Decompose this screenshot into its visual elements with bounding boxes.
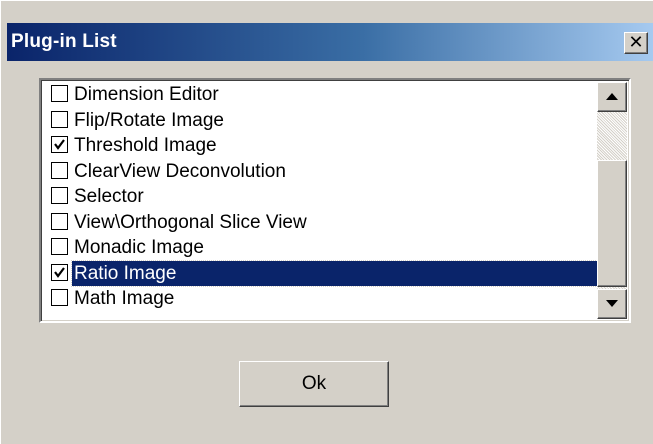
plugin-checkbox[interactable] bbox=[51, 161, 68, 179]
plugin-listbox[interactable]: Dimension Editor Flip/Rotate Image Thresho… bbox=[39, 78, 631, 323]
plugin-list-dialog: Plug-in List ✕ Dimension Editor Flip/Rota… bbox=[0, 0, 653, 444]
list-item[interactable]: Monadic Image bbox=[49, 235, 597, 261]
list-item[interactable]: Selector bbox=[49, 184, 597, 210]
scroll-up-button[interactable] bbox=[597, 82, 627, 112]
scrollbar-thumb[interactable] bbox=[597, 160, 627, 287]
window-title: Plug-in List bbox=[11, 31, 117, 52]
vertical-scrollbar[interactable] bbox=[597, 82, 627, 319]
plugin-label: Monadic Image bbox=[74, 237, 204, 258]
plugin-label: Dimension Editor bbox=[74, 84, 219, 105]
list-item[interactable]: Ratio Image bbox=[49, 259, 597, 287]
plugin-checkbox[interactable] bbox=[51, 212, 68, 230]
plugin-label: Ratio Image bbox=[71, 259, 597, 287]
list-item[interactable]: Flip/Rotate Image bbox=[49, 108, 597, 134]
ok-button[interactable]: Ok bbox=[239, 361, 389, 407]
plugin-label: Flip/Rotate Image bbox=[74, 109, 224, 131]
title-bar[interactable]: Plug-in List ✕ bbox=[7, 23, 653, 61]
plugin-label: Selector bbox=[74, 186, 144, 207]
plugin-label: View\Orthogonal Slice View bbox=[74, 211, 307, 233]
plugin-checkbox[interactable] bbox=[51, 136, 68, 153]
arrow-down-icon bbox=[606, 300, 618, 307]
plugin-checkbox[interactable] bbox=[51, 187, 68, 204]
list-item[interactable]: Dimension Editor bbox=[49, 82, 597, 108]
close-icon: ✕ bbox=[628, 32, 644, 52]
list-item[interactable]: Threshold Image bbox=[49, 133, 597, 159]
list-item[interactable]: ClearView Deconvolution bbox=[49, 159, 597, 185]
arrow-up-icon bbox=[606, 93, 618, 100]
plugin-checkbox[interactable] bbox=[51, 85, 68, 102]
plugin-items: Dimension Editor Flip/Rotate Image Thresho… bbox=[49, 82, 597, 320]
checkmark-icon bbox=[54, 139, 65, 150]
plugin-label: Math Image bbox=[74, 288, 175, 309]
checkmark-icon bbox=[54, 266, 65, 278]
close-button[interactable]: ✕ bbox=[624, 32, 648, 54]
plugin-label: ClearView Deconvolution bbox=[74, 160, 286, 182]
plugin-label: Threshold Image bbox=[74, 135, 217, 156]
plugin-checkbox[interactable] bbox=[51, 263, 68, 281]
list-item[interactable]: Math Image bbox=[49, 286, 597, 312]
plugin-checkbox[interactable] bbox=[51, 289, 68, 306]
scroll-down-button[interactable] bbox=[597, 289, 627, 319]
plugin-checkbox[interactable] bbox=[51, 238, 68, 255]
plugin-checkbox[interactable] bbox=[51, 110, 68, 128]
list-item[interactable]: View\Orthogonal Slice View bbox=[49, 210, 597, 236]
